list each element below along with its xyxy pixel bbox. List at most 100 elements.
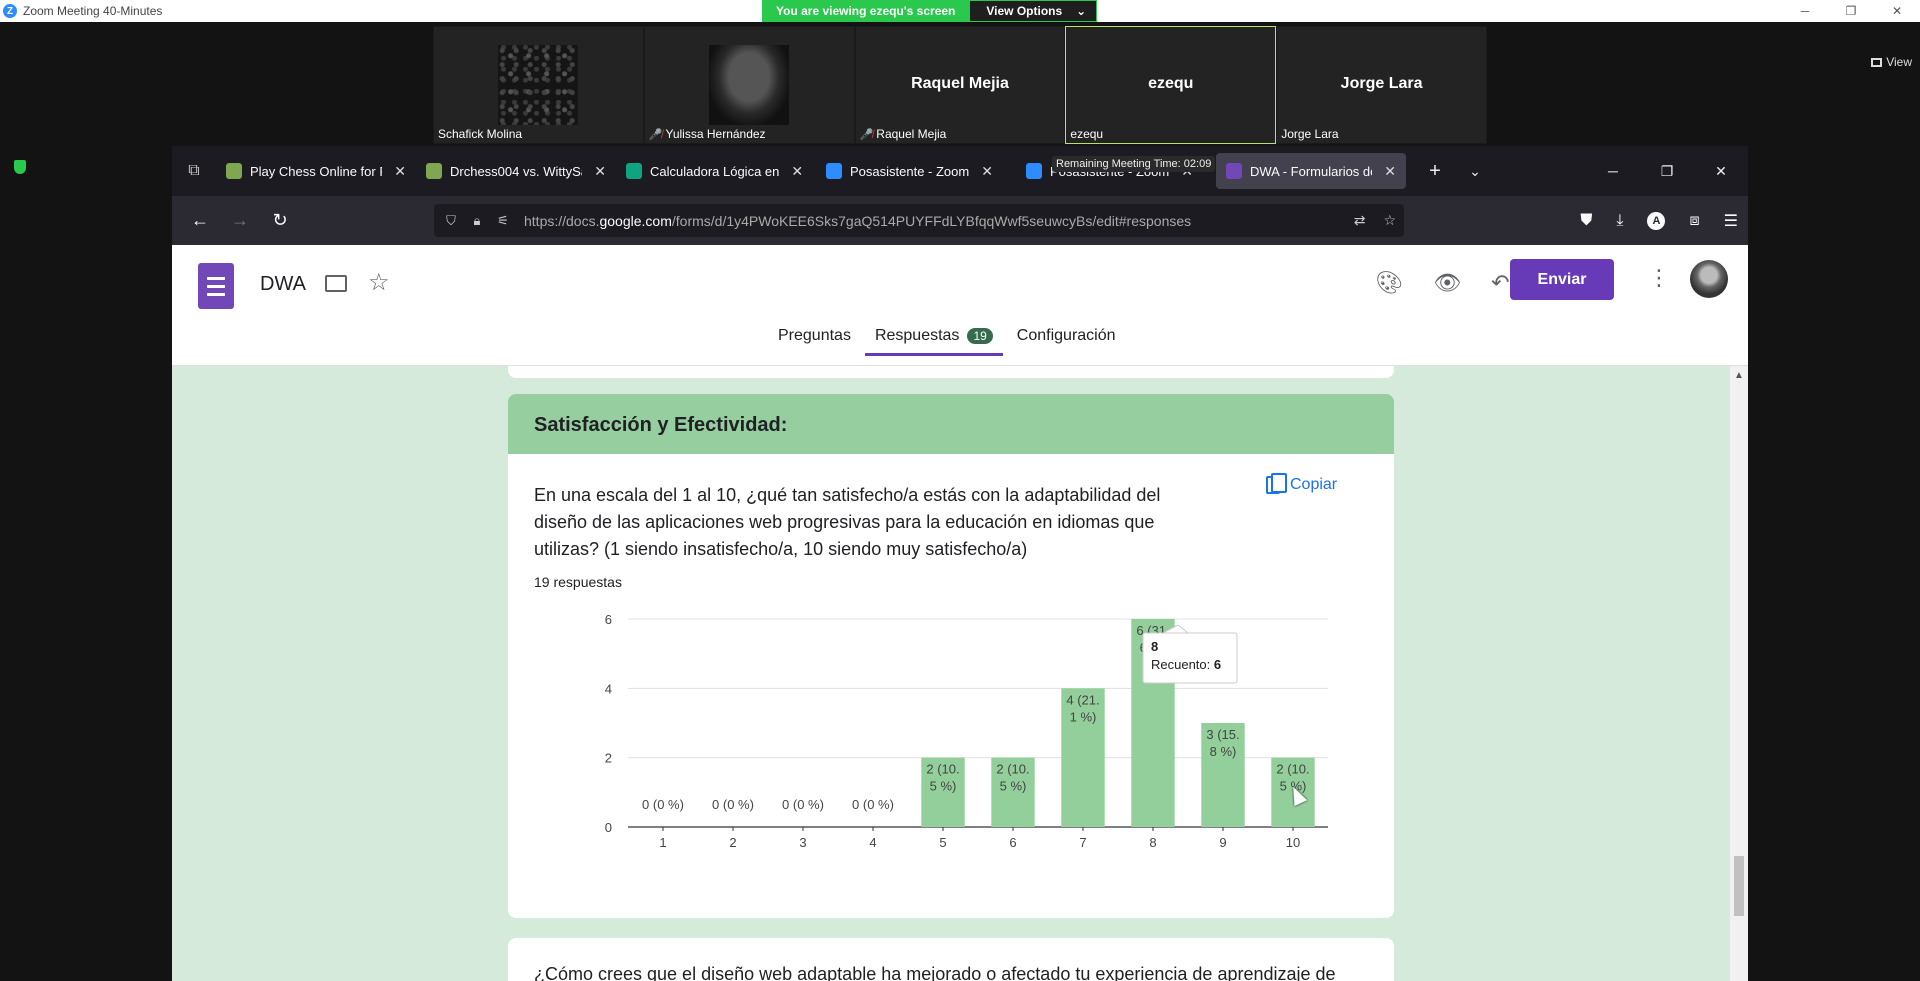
- y-tick-label: 0: [605, 820, 612, 835]
- browser-tab-label: Posasistente - Zoom: [850, 163, 970, 179]
- bookmark-star-icon[interactable]: ☆: [1383, 212, 1396, 229]
- chess-pawn-icon: [226, 163, 242, 179]
- close-tab-icon[interactable]: ✕: [1384, 163, 1396, 180]
- palette-icon[interactable]: 🎨︎: [1375, 270, 1403, 296]
- permissions-icon[interactable]: ⚟: [490, 213, 516, 229]
- browser-tab[interactable]: DWA - Formularios de ✕: [1216, 153, 1406, 189]
- data-label: 0 (0 %): [852, 797, 894, 812]
- translate-icon[interactable]: ⇄: [1354, 212, 1366, 229]
- x-tick-label: 7: [1079, 835, 1086, 850]
- data-label: 2 (10.: [996, 762, 1029, 777]
- browser-tab[interactable]: Drchess004 vs. WittySa ✕: [416, 153, 616, 189]
- participant-name: ezequ: [1070, 127, 1104, 141]
- view-options-button[interactable]: View Options ⌄: [969, 0, 1098, 22]
- browser-restore-button[interactable]: ❐: [1640, 146, 1694, 196]
- data-label: 2 (10.: [1276, 762, 1309, 777]
- restore-button[interactable]: ❐: [1828, 0, 1874, 22]
- form-title[interactable]: DWA: [260, 273, 306, 296]
- data-label: 0 (0 %): [782, 797, 824, 812]
- menu-icon[interactable]: ☰: [1724, 211, 1738, 231]
- participant-center-name: Raquel Mejia: [911, 75, 1009, 92]
- tracking-shield-icon[interactable]: ⛉: [438, 213, 464, 229]
- mic-muted-icon: 🎤̸: [859, 128, 874, 141]
- data-label: 0 (0 %): [642, 797, 684, 812]
- x-tick-label: 3: [799, 835, 806, 850]
- meeting-timer: Remaining Meeting Time: 02:09: [1052, 156, 1216, 172]
- data-label: 1 %): [1070, 709, 1097, 724]
- browser-tab[interactable]: Calculadora Lógica en ✕: [616, 153, 816, 189]
- account-icon[interactable]: A: [1647, 211, 1666, 230]
- participant-tile[interactable]: Jorge Lara Jorge Lara: [1276, 26, 1487, 144]
- tab-configuracion[interactable]: Configuración: [1017, 327, 1116, 355]
- encryption-shield-icon[interactable]: [14, 160, 26, 174]
- x-tick-label: 6: [1009, 835, 1016, 850]
- participant-photo: [708, 45, 789, 125]
- view-button[interactable]: View: [1871, 55, 1912, 69]
- next-question-text: ¿Cómo crees que el diseño web adaptable …: [534, 964, 1336, 981]
- close-tab-icon[interactable]: ✕: [791, 163, 803, 180]
- scroll-up-icon[interactable]: ▲: [1734, 370, 1744, 381]
- browser-tab[interactable]: Play Chess Online for F ✕: [216, 153, 416, 189]
- browser-tab[interactable]: Posasistente - Zoom ✕: [816, 153, 1016, 189]
- close-tab-icon[interactable]: ✕: [394, 163, 406, 180]
- participant-strip: Schafick Molina 🎤̸ Yulissa Hernández Raqu…: [433, 26, 1487, 144]
- y-tick-label: 2: [605, 751, 612, 766]
- data-label: 8 %): [1210, 744, 1237, 759]
- undo-icon[interactable]: ↶: [1491, 270, 1509, 296]
- forms-header: DWA ☆ 🎨︎ 👁︎ ↶ ↷ Enviar ⋮ Preguntas Respu…: [172, 245, 1748, 366]
- zoom-icon: [1026, 163, 1042, 179]
- url-bar[interactable]: ⛉ 🔒︎ ⚟ https://docs.google.com/forms/d/1…: [434, 204, 1404, 237]
- tab-respuestas[interactable]: Respuestas 19: [864, 327, 1003, 356]
- data-label: 0 (0 %): [712, 797, 754, 812]
- x-tick-label: 8: [1149, 835, 1156, 850]
- avatar[interactable]: [1690, 260, 1728, 298]
- participant-tile[interactable]: Schafick Molina: [433, 26, 644, 144]
- browser-tab-label: DWA - Formularios de: [1250, 163, 1373, 179]
- copy-chart-button[interactable]: Copiar: [1266, 473, 1338, 494]
- scrollbar-thumb[interactable]: [1734, 856, 1744, 916]
- browser-minimize-button[interactable]: ─: [1586, 146, 1640, 196]
- browser-close-button[interactable]: ✕: [1694, 146, 1748, 196]
- more-options-icon[interactable]: ⋮: [1648, 265, 1670, 291]
- google-forms-logo-icon[interactable]: [198, 263, 234, 309]
- question-card: En una escala del 1 al 10, ¿qué tan sati…: [508, 454, 1394, 918]
- view-button-label: View: [1886, 55, 1912, 69]
- back-icon[interactable]: ←: [180, 196, 220, 245]
- responses-count-badge: 19: [967, 328, 993, 344]
- close-tab-icon[interactable]: ✕: [594, 163, 606, 180]
- tab-preguntas[interactable]: Preguntas: [778, 327, 851, 355]
- folder-icon[interactable]: [325, 275, 347, 292]
- participant-name: 🎤̸ Raquel Mejia: [859, 127, 947, 141]
- x-tick-label: 2: [729, 835, 736, 850]
- x-tick-label: 5: [939, 835, 946, 850]
- participant-name: Schafick Molina: [438, 127, 523, 141]
- send-button[interactable]: Enviar: [1510, 259, 1614, 300]
- participant-tile[interactable]: 🎤̸ Yulissa Hernández: [643, 26, 855, 144]
- preview-eye-icon[interactable]: 👁︎: [1433, 270, 1461, 296]
- chess-pawn-icon: [426, 163, 442, 179]
- new-tab-icon[interactable]: +: [1420, 160, 1450, 183]
- question-text: En una escala del 1 al 10, ¿qué tan sati…: [534, 485, 1161, 559]
- scrollbar[interactable]: ▲: [1730, 366, 1748, 981]
- close-tab-icon[interactable]: ✕: [981, 163, 993, 180]
- browser-tab-label: Play Chess Online for F: [250, 163, 383, 179]
- forward-icon[interactable]: →: [220, 196, 260, 245]
- tab-overview-icon[interactable]: ⧉: [172, 146, 216, 196]
- reload-icon[interactable]: ↻: [260, 196, 300, 245]
- lock-icon[interactable]: 🔒︎: [464, 213, 490, 229]
- participant-tile-active-speaker[interactable]: ezequ ezequ: [1065, 26, 1277, 144]
- downloads-icon[interactable]: ⤓: [1616, 212, 1623, 230]
- close-button[interactable]: ✕: [1874, 0, 1920, 22]
- list-all-tabs-icon[interactable]: ⌄: [1460, 163, 1490, 180]
- star-icon[interactable]: ☆: [368, 268, 390, 297]
- participant-photo: [498, 45, 578, 125]
- participant-tile[interactable]: Raquel Mejia 🎤̸ Raquel Mejia: [854, 26, 1066, 144]
- extensions-icon[interactable]: ⧈: [1689, 212, 1699, 230]
- copy-label: Copiar: [1290, 476, 1338, 493]
- google-forms-icon: [1226, 163, 1242, 179]
- browser-nav-bar: ← → ↻ ⛉ 🔒︎ ⚟ https://docs.google.com/for…: [172, 196, 1748, 245]
- participant-center-name: Jorge Lara: [1340, 75, 1423, 92]
- view-options-label: View Options: [986, 4, 1063, 18]
- pocket-icon[interactable]: ⛊: [1580, 212, 1592, 230]
- minimize-button[interactable]: ─: [1782, 0, 1828, 22]
